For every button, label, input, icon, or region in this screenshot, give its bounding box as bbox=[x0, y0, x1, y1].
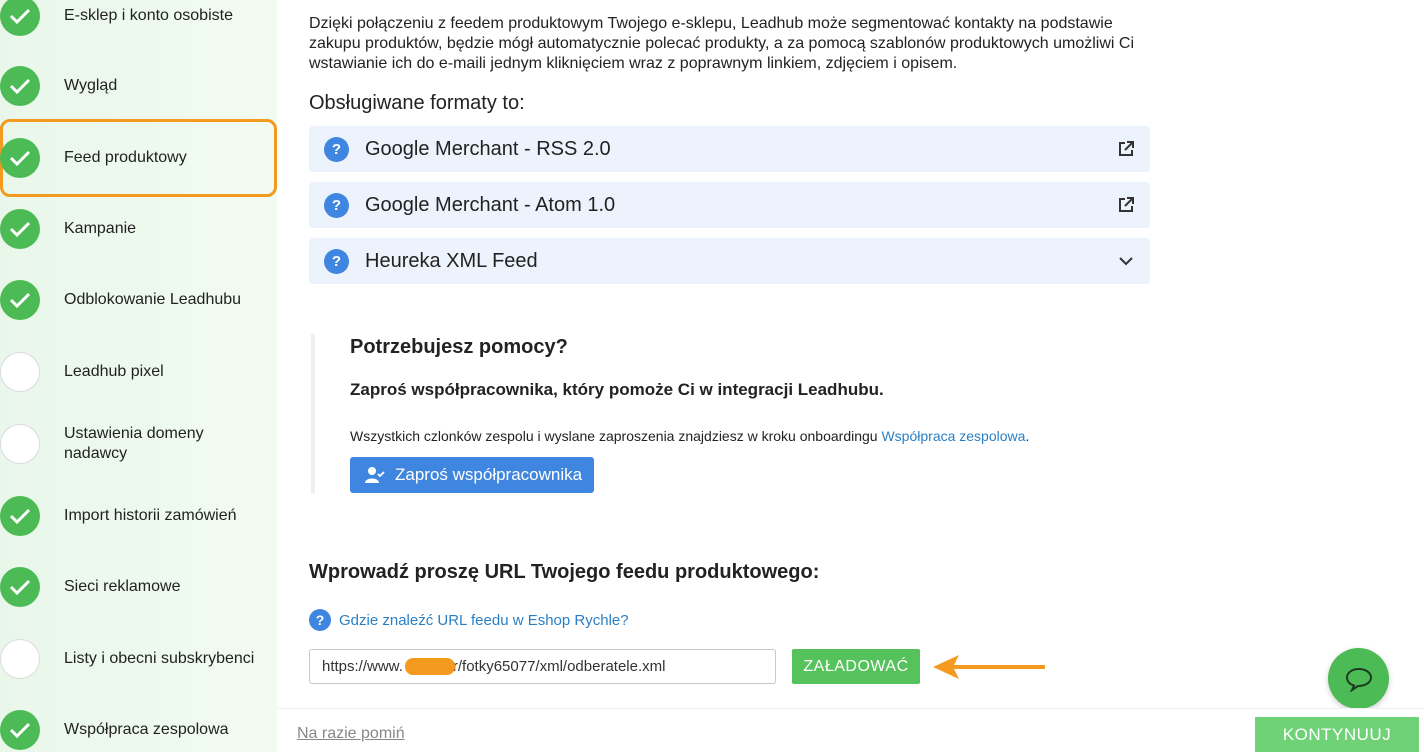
chat-button[interactable] bbox=[1328, 648, 1389, 709]
external-link-icon[interactable] bbox=[1116, 139, 1136, 159]
help-box: Potrzebujesz pomocy? Zaproś współpracown… bbox=[311, 334, 1071, 494]
help-title: Potrzebujesz pomocy? bbox=[350, 336, 568, 358]
sidebar-item-eshop[interactable]: E-sklep i konto osobiste bbox=[0, 0, 277, 36]
help-text: Wszystkich czlonków zespolu i wyslane za… bbox=[350, 428, 1029, 444]
sidebar-item-order-import[interactable]: Import historii zamówień bbox=[0, 496, 277, 536]
format-label: Google Merchant - RSS 2.0 bbox=[365, 137, 611, 160]
where-find-url-link[interactable]: ? Gdzie znaleźć URL feedu w Eshop Rychle… bbox=[309, 609, 629, 631]
help-text-body: Wszystkich czlonków zespolu i wyslane za… bbox=[350, 428, 882, 444]
arrow-left-icon bbox=[933, 655, 1045, 679]
sidebar-item-label: Sieci reklamowe bbox=[64, 578, 181, 595]
onboarding-sidebar: E-sklep i konto osobiste Wygląd Feed pro… bbox=[0, 0, 277, 752]
sidebar-item-label: Ustawienia domeny nadawcy bbox=[64, 425, 204, 462]
help-icon[interactable]: ? bbox=[324, 248, 349, 274]
check-icon bbox=[0, 138, 40, 178]
footer-bar: Na razie pomiń KONTYNUUJ bbox=[277, 708, 1424, 752]
sidebar-item-product-feed[interactable]: Feed produktowy bbox=[0, 119, 277, 197]
url-prefix: https://www. bbox=[322, 658, 403, 675]
sidebar-item-label: Kampanie bbox=[64, 220, 137, 237]
url-title: Wprowadź proszę URL Twojego feedu produk… bbox=[309, 561, 820, 583]
sidebar-item-pixel[interactable]: Leadhub pixel bbox=[0, 352, 277, 392]
sidebar-item-label: E-sklep i konto osobiste bbox=[64, 7, 233, 24]
check-icon bbox=[0, 710, 40, 750]
load-button[interactable]: ZAŁADOWAĆ bbox=[792, 649, 920, 684]
sidebar-item-label: Leadhub pixel bbox=[64, 363, 164, 380]
sidebar-item-sender-domain[interactable]: Ustawienia domeny nadawcy bbox=[0, 424, 277, 464]
check-icon bbox=[0, 280, 40, 320]
format-label: Heureka XML Feed bbox=[365, 249, 538, 272]
check-icon bbox=[0, 209, 40, 249]
feed-url-input[interactable]: https://www. r/fotky65077/xml/odberatele.… bbox=[309, 649, 776, 684]
help-icon: ? bbox=[309, 609, 331, 631]
help-text-end: . bbox=[1025, 428, 1030, 444]
where-find-url-text: Gdzie znaleźć URL feedu w Eshop Rychle? bbox=[339, 611, 629, 629]
sidebar-item-label: Wygląd bbox=[64, 77, 118, 94]
add-user-icon bbox=[365, 466, 385, 484]
help-icon[interactable]: ? bbox=[324, 136, 349, 162]
team-collab-link[interactable]: Współpraca zespolowa bbox=[881, 428, 1025, 444]
sidebar-item-label: Współpraca zespolowa bbox=[64, 721, 229, 738]
chat-icon bbox=[1345, 667, 1372, 692]
check-icon bbox=[0, 496, 40, 536]
sidebar-item-label: Feed produktowy bbox=[64, 149, 187, 166]
redaction-mark bbox=[405, 658, 455, 675]
sidebar-item-label: Odblokowanie Leadhubu bbox=[64, 291, 242, 308]
format-row-rss[interactable]: ? Google Merchant - RSS 2.0 bbox=[309, 126, 1150, 172]
empty-circle-icon bbox=[0, 639, 40, 679]
sidebar-item-lists[interactable]: Listy i obecni subskrybenci bbox=[0, 639, 277, 679]
main-content: Dzięki połączeniu z feedem produktowym T… bbox=[277, 0, 1424, 708]
sidebar-item-appearance[interactable]: Wygląd bbox=[0, 66, 277, 106]
chevron-down-icon[interactable] bbox=[1116, 251, 1136, 271]
external-link-icon[interactable] bbox=[1116, 195, 1136, 215]
format-row-heureka[interactable]: ? Heureka XML Feed bbox=[309, 238, 1150, 284]
empty-circle-icon bbox=[0, 352, 40, 392]
sidebar-item-campaigns[interactable]: Kampanie bbox=[0, 209, 277, 249]
help-subtitle: Zaproś współpracownika, który pomoże Ci … bbox=[350, 380, 884, 399]
format-label: Google Merchant - Atom 1.0 bbox=[365, 193, 616, 216]
empty-circle-icon bbox=[0, 424, 40, 464]
format-row-atom[interactable]: ? Google Merchant - Atom 1.0 bbox=[309, 182, 1150, 228]
intro-text: Dzięki połączeniu z feedem produktowym T… bbox=[309, 15, 1135, 72]
sidebar-item-label: Listy i obecni subskrybenci bbox=[64, 650, 255, 667]
check-icon bbox=[0, 567, 40, 607]
continue-button[interactable]: KONTYNUUJ bbox=[1255, 717, 1419, 752]
formats-title: Obsługiwane formaty to: bbox=[309, 92, 525, 114]
invite-collaborator-button[interactable]: Zaproś współpracownika bbox=[350, 457, 594, 493]
sidebar-item-ad-networks[interactable]: Sieci reklamowe bbox=[0, 567, 277, 607]
sidebar-item-team[interactable]: Współpraca zespolowa bbox=[0, 710, 277, 750]
sidebar-item-unlock[interactable]: Odblokowanie Leadhubu bbox=[0, 280, 277, 320]
sidebar-item-label: Import historii zamówień bbox=[64, 507, 237, 524]
help-icon[interactable]: ? bbox=[324, 192, 349, 218]
check-icon bbox=[0, 66, 40, 106]
skip-link[interactable]: Na razie pomiń bbox=[297, 725, 405, 743]
invite-button-label: Zaproś współpracownika bbox=[395, 465, 583, 484]
check-icon bbox=[0, 0, 40, 36]
url-suffix: r/fotky65077/xml/odberatele.xml bbox=[452, 658, 666, 675]
